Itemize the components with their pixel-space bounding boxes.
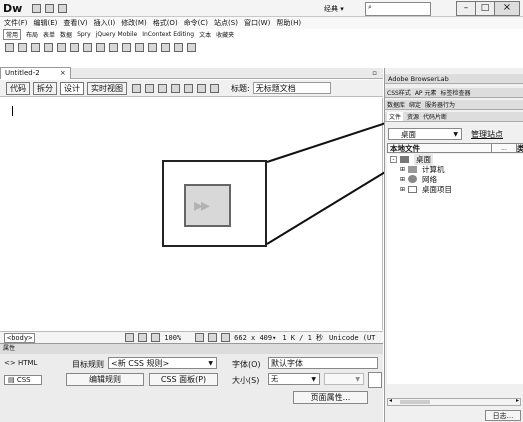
css-mode-label: CSS [16,376,31,384]
tree-item-computer[interactable]: ⊞ 计算机 [387,164,523,174]
css-icon: ▤ [8,376,17,384]
font-label: 字体(O) [232,360,261,369]
folder-icon [408,185,418,193]
css-panel-tabs: CSS样式 AP 元素 标签检查器 [385,88,523,98]
tab-files[interactable]: 文件 [387,112,404,121]
tab-bindings[interactable]: 绑定 [409,100,421,109]
desktop-size-icon[interactable] [221,333,231,342]
computer-icon [408,165,418,173]
size-unit-select[interactable]: ▼ [324,373,364,385]
select-tool-icon[interactable] [125,333,135,342]
browserlab-header: Adobe BrowserLab [385,74,523,84]
target-rule-select[interactable]: <新 CSS 规则> ▼ [108,357,217,369]
hand-tool-icon[interactable] [138,333,148,342]
size-value: 无 [271,375,278,383]
size-chevron-icon: ▼ [311,376,316,383]
expander-icon[interactable]: - [390,155,397,163]
right-panel: Adobe BrowserLab CSS样式 AP 元素 标签检查器 数据库 绑… [384,68,523,422]
download-time: 1 K / 1 秒 [282,333,324,342]
css-mode-tab[interactable]: ▤ CSS [4,375,42,385]
tab-tag-inspector[interactable]: 标签检查器 [440,88,470,97]
tree-item-desktop[interactable]: - 桌面 [387,153,523,165]
file-tree: - 桌面 ⊞ 计算机 ⊞ 网络 ⊞ 桌面项目 [387,153,523,384]
css-panel-button[interactable]: CSS 面板(P) [149,373,218,386]
scroll-left-icon[interactable]: ◂ [389,397,392,404]
file-tree-header: 本地文件 ... 类 [387,143,523,153]
tab-databases[interactable]: 数据库 [387,100,405,109]
site-chevron-icon: ▼ [453,131,458,138]
network-icon [408,175,418,183]
properties-panel: 属性 <> HTML ▤ CSS 目标规则 <新 CSS 规则> ▼ 编辑规则 … [0,343,383,422]
expander-icon[interactable]: ⊞ [400,176,405,183]
page-properties-button[interactable]: 页面属性... [293,391,368,404]
tablet-size-icon[interactable] [208,333,218,342]
horizontal-scrollbar[interactable]: ◂ ▸ [387,397,521,406]
tree-item-desktop-items[interactable]: ⊞ 桌面项目 [387,184,523,194]
expander-icon[interactable]: ⊞ [400,166,405,173]
tab-snippets[interactable]: 代码片断 [423,112,447,121]
edit-rule-button[interactable]: 编辑规则 [66,373,144,386]
browserlab-label[interactable]: Adobe BrowserLab [388,75,449,83]
tab-css-styles[interactable]: CSS样式 [387,88,411,97]
encoding: Unicode (UT [329,333,376,342]
html-mode-tab[interactable]: <> HTML [4,359,37,367]
tree-item-network[interactable]: ⊞ 网络 [387,174,523,184]
target-rule-label: 目标规则 [72,360,104,369]
desktop-folder-icon [400,155,409,163]
tree-label-desktop-items: 桌面项目 [422,184,453,194]
zoom-tool-icon[interactable] [151,333,161,342]
properties-header: 属性 [0,344,383,354]
type-column-header[interactable]: 类 [517,144,523,153]
scroll-thumb[interactable] [400,400,430,404]
zoom-level[interactable]: 100% [164,334,181,342]
site-select[interactable]: 桌面 ▼ [388,128,462,140]
font-color-swatch[interactable] [368,372,382,388]
tag-selector[interactable]: <body> [4,332,36,343]
tab-server-behaviors[interactable]: 服务器行为 [425,100,455,109]
target-rule-value: <新 CSS 规则> [111,359,170,368]
status-bar: <body> 100% 662 x 409▾ 1 K / 1 秒 Unicode… [0,331,383,343]
log-button[interactable]: 日志... [485,410,521,421]
data-panel-tabs: 数据库 绑定 服务器行为 [385,100,523,110]
manage-sites-link[interactable]: 管理站点 [471,129,503,140]
mobile-size-icon[interactable] [195,333,205,342]
tab-ap-elements[interactable]: AP 元素 [415,88,437,97]
chevron-down-icon: ▼ [208,360,213,367]
site-select-value: 桌面 [401,130,416,139]
local-files-header[interactable]: 本地文件 [388,144,420,153]
scroll-right-icon[interactable]: ▸ [516,397,519,404]
font-value: 默认字体 [271,359,303,368]
properties-title: 属性 [3,345,16,352]
tab-assets[interactable]: 资源 [407,112,419,121]
window-size[interactable]: 662 x 409▾ [234,334,276,342]
expander-icon[interactable]: ⊞ [400,186,405,193]
column-divider: ... [491,144,517,152]
size-label: 大小(S) [232,376,260,385]
files-panel-tabs: 文件 资源 代码片断 [385,112,523,122]
size-select[interactable]: 无 ▼ [268,373,320,385]
font-select[interactable]: 默认字体 [268,357,378,369]
